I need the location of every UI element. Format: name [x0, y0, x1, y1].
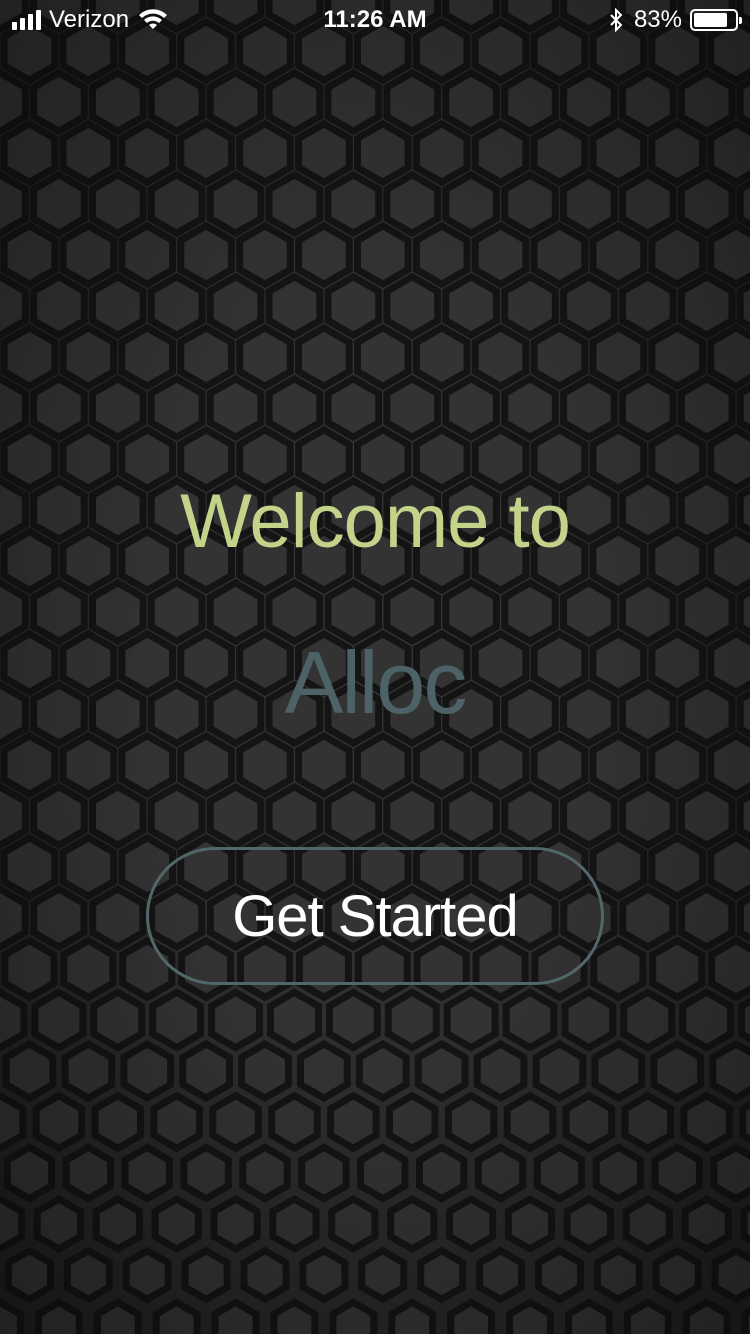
battery-fill	[694, 13, 728, 27]
bluetooth-icon	[610, 8, 623, 32]
battery-percent: 83%	[633, 6, 682, 33]
battery-icon	[690, 9, 742, 31]
app-name-title: Alloc	[284, 633, 468, 732]
status-right: 83%	[608, 6, 742, 34]
get-started-button[interactable]: Get Started	[146, 847, 604, 985]
status-bar: Verizon 11:26 AM 83%	[0, 0, 750, 40]
welcome-heading: Welcome to	[180, 479, 571, 564]
